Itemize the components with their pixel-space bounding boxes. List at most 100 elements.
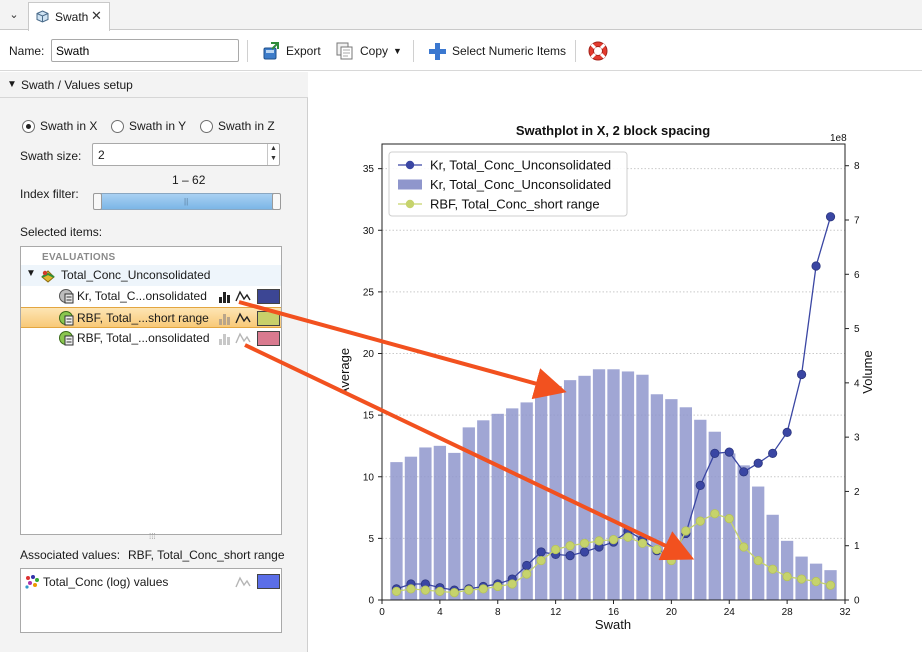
y2-tick-label: 3 xyxy=(854,433,860,444)
tree-row-parent[interactable]: ▼ Total_Conc_Unconsolidated xyxy=(21,265,281,286)
volume-bar xyxy=(636,374,649,600)
radio-swath-x[interactable]: Swath in X xyxy=(22,119,97,133)
close-icon[interactable]: ✕ xyxy=(91,8,102,24)
y-tick-label: 10 xyxy=(363,472,375,483)
tree-parent-label: Total_Conc_Unconsolidated xyxy=(61,268,211,282)
kr-point xyxy=(579,547,590,557)
associated-values-label: Associated values: xyxy=(20,548,121,562)
x-tick-label: 4 xyxy=(437,607,443,618)
volume-bar xyxy=(491,413,504,600)
toolbar: Name: Export Copy ▼ Select Numeric Items xyxy=(0,31,922,71)
tab-menu-chevron-icon[interactable]: ⌄ xyxy=(2,4,26,26)
resize-grip-icon[interactable]: ⁞⁞⁞ xyxy=(149,532,156,541)
volume-bar xyxy=(607,369,620,600)
name-input[interactable] xyxy=(51,39,239,62)
radio-swath-y[interactable]: Swath in Y xyxy=(111,119,186,133)
plus-icon xyxy=(429,43,446,60)
volume-bar xyxy=(390,462,403,600)
tree-item-rbf-short-range[interactable]: RBF, Total_...short range xyxy=(21,307,281,328)
select-numeric-items-button[interactable]: Select Numeric Items xyxy=(424,39,569,63)
slider-max-handle[interactable] xyxy=(272,193,281,210)
setup-header[interactable]: ▼ Swath / Values setup xyxy=(0,72,308,98)
rbf-point xyxy=(579,538,590,548)
radio-unchecked-icon[interactable] xyxy=(200,119,213,133)
radio-unchecked-icon[interactable] xyxy=(111,119,124,133)
rbf-point xyxy=(551,544,561,555)
line-chart-icon[interactable] xyxy=(235,575,251,589)
legend-label: Kr, Total_Conc_Unconsolidated xyxy=(430,177,611,192)
bar-chart-icon[interactable] xyxy=(218,331,232,345)
collapse-triangle-icon[interactable]: ▼ xyxy=(7,79,17,90)
bar-chart-icon[interactable] xyxy=(218,289,232,303)
rbf-evaluation-icon xyxy=(59,331,74,346)
rbf-point xyxy=(739,542,749,552)
volume-bar xyxy=(448,452,461,600)
index-filter-slider[interactable]: || xyxy=(93,193,281,210)
rbf-point xyxy=(796,574,807,584)
lifebuoy-icon xyxy=(588,41,608,61)
volume-bar xyxy=(477,420,490,600)
x-tick-label: 8 xyxy=(495,607,501,618)
y-tick-label: 35 xyxy=(363,164,375,175)
copy-icon xyxy=(336,42,353,60)
kr-point xyxy=(710,448,720,458)
volume-bar xyxy=(592,369,606,600)
x-tick-label: 20 xyxy=(666,607,678,618)
kr-point xyxy=(782,427,792,437)
swath-size-input[interactable]: 2 ▲ ▼ xyxy=(92,143,280,166)
line-chart-icon[interactable] xyxy=(235,289,251,303)
line-chart-icon[interactable] xyxy=(235,331,251,345)
export-label: Export xyxy=(286,44,321,58)
color-swatch[interactable] xyxy=(257,289,280,304)
volume-bar xyxy=(549,386,562,600)
y-axis-label: Average xyxy=(337,348,352,396)
rbf-point xyxy=(608,535,619,545)
spinner-arrows-icon[interactable]: ▲ ▼ xyxy=(267,144,279,165)
toolbar-divider xyxy=(247,40,248,62)
tree-item-rbf-unconsolidated[interactable]: RBF, Total_...onsolidated xyxy=(21,328,281,349)
slider-min-handle[interactable] xyxy=(93,193,102,210)
rbf-point xyxy=(391,586,402,596)
copy-button[interactable]: Copy ▼ xyxy=(332,39,405,63)
radio-swath-z[interactable]: Swath in Z xyxy=(200,119,275,133)
tree-item-label: Kr, Total_C...onsolidated xyxy=(77,289,207,303)
volume-bar xyxy=(665,399,678,600)
tree-item-kr[interactable]: Kr, Total_C...onsolidated xyxy=(21,286,281,307)
x-axis-label: Swath xyxy=(595,617,631,632)
radio-checked-icon[interactable] xyxy=(22,119,35,133)
rbf-point xyxy=(695,516,705,526)
tab-swath[interactable]: Swath ✕ xyxy=(28,2,110,31)
associated-values-list[interactable]: Total_Conc (log) values xyxy=(20,568,282,633)
selected-items-label: Selected items: xyxy=(20,225,103,239)
x-tick-label: 32 xyxy=(839,607,851,618)
selected-items-tree[interactable]: EVALUATIONS ▼ Total_Conc_Unconsolidated … xyxy=(20,246,282,541)
volume-bar xyxy=(404,456,418,600)
rbf-point xyxy=(536,555,546,566)
y-tick-label: 0 xyxy=(368,596,374,607)
volume-bar xyxy=(535,394,548,600)
radio-label: Swath in X xyxy=(40,119,98,133)
chart-title: Swathplot in X, 2 block spacing xyxy=(516,123,710,138)
associated-item[interactable]: Total_Conc (log) values xyxy=(21,571,281,592)
volume-bar xyxy=(650,394,664,600)
color-swatch[interactable] xyxy=(257,331,280,346)
color-swatch[interactable] xyxy=(257,311,280,326)
export-button[interactable]: Export xyxy=(258,39,324,63)
y2-tick-label: 7 xyxy=(854,216,860,227)
legend-marker xyxy=(405,199,415,209)
kr-point xyxy=(825,212,836,222)
swath-size-value: 2 xyxy=(98,148,105,162)
help-button[interactable] xyxy=(584,39,612,63)
volume-bar xyxy=(578,375,591,600)
slider-grip-icon[interactable]: || xyxy=(184,197,188,206)
volume-bar xyxy=(752,486,765,600)
select-numeric-items-label: Select Numeric Items xyxy=(452,44,567,58)
kr-point xyxy=(811,261,821,271)
color-swatch[interactable] xyxy=(257,574,280,589)
volume-bar xyxy=(621,371,635,600)
bar-chart-icon[interactable] xyxy=(218,311,232,325)
line-chart-icon[interactable] xyxy=(235,311,251,325)
expand-triangle-icon[interactable]: ▼ xyxy=(26,268,36,279)
y2-tick-label: 8 xyxy=(854,161,860,172)
y2-tick-label: 0 xyxy=(854,596,860,607)
